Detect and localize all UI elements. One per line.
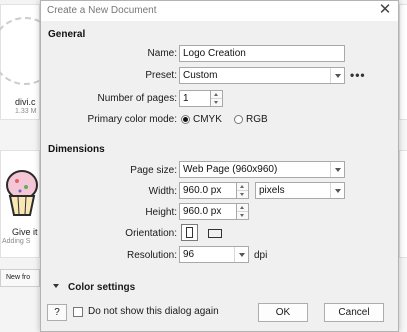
stepper-up-icon[interactable] [237, 183, 248, 191]
stepper-down-icon[interactable] [211, 99, 222, 106]
pages-input[interactable]: 1 [179, 90, 211, 107]
cancel-button[interactable]: Cancel [324, 303, 384, 322]
template-card-edge [399, 150, 407, 258]
portrait-icon[interactable] [181, 224, 198, 241]
help-button[interactable]: ? [47, 304, 67, 321]
template-card-subtitle: 1.33 M [15, 108, 37, 115]
template-card[interactable]: divi.c 1.33 M [0, 4, 59, 120]
name-input[interactable]: Logo Creation [179, 45, 345, 62]
template-card-title: Give it [12, 227, 38, 237]
template-card-title: divi.c [15, 97, 36, 107]
preset-label: Preset: [145, 70, 177, 81]
pages-stepper[interactable] [211, 90, 223, 107]
height-stepper[interactable] [237, 203, 249, 220]
preset-select[interactable]: Custom [179, 67, 345, 84]
background-app-right [399, 0, 407, 332]
cmyk-radio-label: CMYK [193, 114, 222, 125]
portrait-page-icon [186, 227, 193, 238]
page-size-label: Page size: [130, 165, 177, 176]
width-label: Width: [148, 186, 177, 197]
preset-value: Custom [183, 70, 218, 81]
height-label: Height: [145, 207, 177, 218]
width-input[interactable]: 960.0 px [179, 182, 237, 199]
general-heading: General [48, 29, 86, 40]
color-mode-label: Primary color mode: [87, 114, 177, 125]
resolution-select[interactable]: 96 [179, 246, 249, 263]
height-input[interactable]: 960.0 px [179, 203, 237, 220]
name-label: Name: [147, 48, 177, 59]
ok-button[interactable]: OK [258, 303, 308, 322]
resolution-unit: dpi [254, 250, 268, 261]
landscape-icon[interactable] [208, 229, 222, 238]
template-card-subtitle: Adding S [2, 238, 31, 245]
rgb-radio[interactable] [234, 115, 243, 124]
rgb-radio-label: RGB [246, 114, 268, 125]
dont-show-checkbox[interactable] [73, 307, 83, 317]
color-settings-label: Color settings [68, 282, 136, 293]
dont-show-label: Do not show this dialog again [88, 306, 219, 317]
stepper-down-icon[interactable] [237, 212, 248, 219]
resolution-value: 96 [183, 249, 195, 260]
template-card-edge [399, 4, 407, 120]
chevron-down-icon [330, 183, 344, 198]
template-card[interactable]: Give it Adding S [0, 150, 40, 258]
new-from-button[interactable]: New fro [0, 269, 40, 287]
more-options-icon[interactable]: ••• [350, 69, 366, 81]
stepper-up-icon[interactable] [211, 91, 222, 99]
dimensions-heading: Dimensions [48, 144, 105, 155]
chevron-down-icon [330, 162, 344, 177]
cupcake-icon [6, 170, 38, 216]
resolution-label: Resolution: [126, 250, 177, 261]
width-stepper[interactable] [237, 182, 249, 199]
background-app: divi.c 1.33 M Give it Adding S New fro [0, 0, 59, 332]
dialog-title: Create a New Document [47, 5, 157, 16]
stepper-down-icon[interactable] [237, 191, 248, 198]
page-size-value: Web Page (960x960) [183, 164, 278, 175]
chevron-down-icon [330, 68, 344, 83]
expand-triangle-icon [53, 284, 59, 288]
cmyk-radio[interactable] [181, 115, 190, 124]
dialog-titlebar[interactable]: Create a New Document ✕ [41, 1, 398, 21]
close-icon[interactable]: ✕ [378, 2, 392, 18]
pages-label: Number of pages: [97, 93, 178, 104]
chevron-down-icon [234, 247, 248, 262]
orientation-label: Orientation: [125, 228, 177, 239]
stepper-up-icon[interactable] [237, 204, 248, 212]
units-select[interactable]: pixels [255, 182, 345, 199]
units-value: pixels [259, 185, 285, 196]
color-settings-expander[interactable]: Color settings [53, 282, 135, 293]
page-size-select[interactable]: Web Page (960x960) [179, 161, 345, 178]
create-document-dialog: Create a New Document ✕ General Name: Lo… [40, 0, 399, 332]
